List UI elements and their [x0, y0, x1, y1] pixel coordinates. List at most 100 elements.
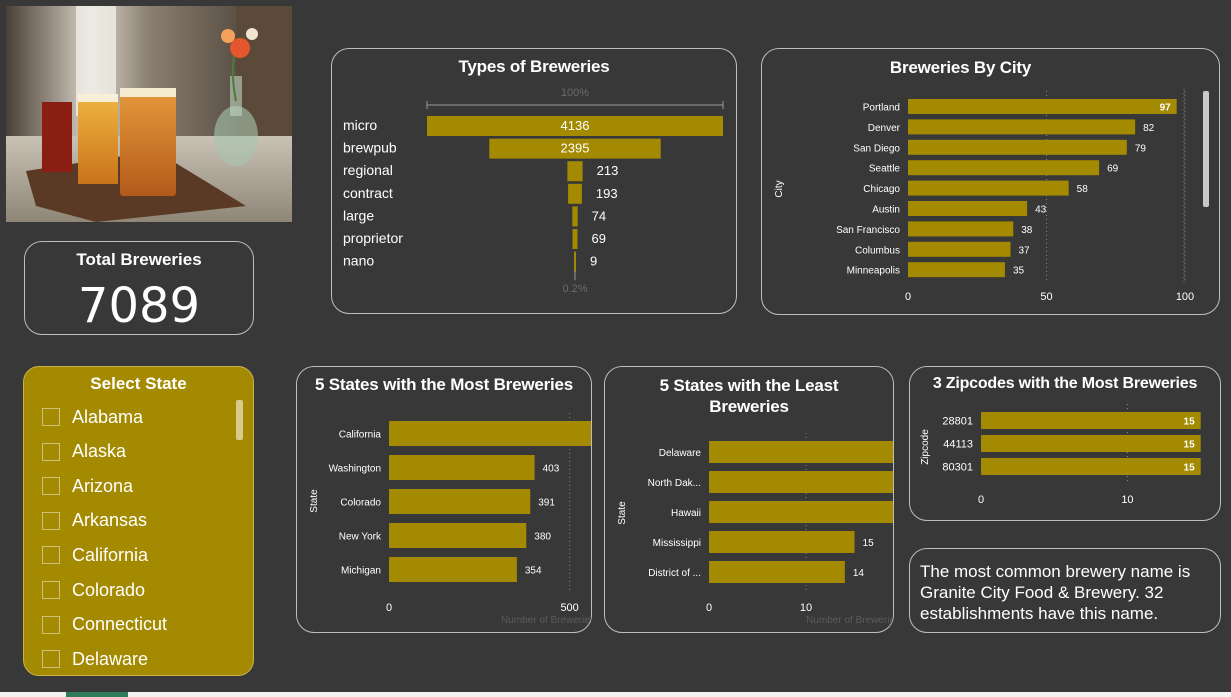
data-value-label: 38 — [1021, 225, 1033, 236]
most-breweries-states-card: 5 States with the Most Breweries 0 500 Cal… — [296, 366, 592, 633]
state-option-label: Arizona — [72, 475, 134, 496]
state-checkbox[interactable] — [42, 581, 60, 599]
y-axis-title: State — [617, 501, 628, 525]
total-breweries-card: Total Breweries 7089 — [24, 241, 254, 335]
state-option-label: Connecticut — [72, 614, 168, 635]
state-option-label: Colorado — [72, 579, 146, 600]
funnel-value-label: 193 — [596, 186, 618, 201]
x-tick-label: 500 — [560, 602, 578, 614]
funnel-bottom-label: 0.2% — [562, 283, 587, 295]
zipcode-bar-chart: 0 10 28801 15 44113 15 80301 15 Zipcode — [920, 404, 1201, 506]
data-bar — [709, 471, 893, 493]
y-category-label: Columbus — [855, 245, 900, 256]
data-value-label: 43 — [1035, 205, 1047, 216]
y-axis-title: State — [309, 489, 320, 513]
state-option[interactable]: Alabama — [42, 404, 143, 430]
data-value-label: 35 — [1013, 266, 1025, 277]
state-checkbox[interactable] — [42, 477, 60, 496]
y-category-label: Denver — [868, 123, 901, 134]
types-funnel-chart: 100% micro 4136 brewpub 2395 regional 213 contr… — [343, 87, 724, 295]
least-states-bar-chart: 01020Delaware26North Dak...22Hawaii20Mis… — [617, 433, 893, 626]
data-value-label: 79 — [1135, 143, 1147, 154]
data-bar — [908, 241, 1011, 257]
funnel-top-label: 100% — [561, 87, 589, 99]
data-bar — [389, 421, 591, 446]
funnel-category-label: large — [343, 207, 374, 223]
state-slicer[interactable]: Select State Alabama Alaska Arizona Arkansa… — [23, 366, 254, 676]
funnel-bar — [572, 206, 578, 227]
funnel-value-label: 4136 — [561, 118, 590, 133]
y-category-label: Washington — [329, 464, 381, 475]
data-bar — [709, 501, 893, 523]
state-option[interactable]: Arizona — [42, 473, 133, 499]
funnel-category-label: micro — [343, 117, 377, 133]
funnel-bar — [574, 251, 576, 272]
y-category-label: California — [339, 430, 382, 441]
x-tick-label: 0 — [706, 602, 712, 614]
data-value-label: 15 — [1184, 440, 1196, 451]
data-bar — [709, 561, 845, 583]
state-checkbox[interactable] — [42, 511, 60, 530]
state-option-label: Arkansas — [72, 510, 148, 531]
page-tab-active[interactable] — [66, 692, 128, 697]
data-bar — [981, 412, 1201, 429]
slicer-scrollbar[interactable] — [236, 400, 243, 440]
data-bar — [389, 489, 531, 514]
data-value-label: 58 — [1077, 184, 1089, 195]
x-tick-label: 10 — [800, 602, 812, 614]
x-tick-label: 100 — [1176, 291, 1194, 303]
data-bar — [389, 455, 535, 480]
y-axis-title: City — [774, 180, 785, 197]
total-breweries-value: 7089 — [77, 278, 201, 334]
x-axis-title: Number of Breweries — [501, 615, 591, 626]
funnel-bar — [568, 183, 582, 204]
y-category-label: Hawaii — [671, 508, 701, 519]
state-checkbox[interactable] — [42, 650, 60, 669]
data-bar — [709, 441, 893, 463]
y-category-label: Portland — [863, 103, 900, 114]
data-value-label: 37 — [1018, 245, 1030, 256]
data-bar — [981, 458, 1201, 475]
funnel-value-label: 9 — [590, 254, 597, 269]
total-breweries-label: Total Breweries — [76, 250, 202, 269]
data-value-label: 403 — [543, 464, 560, 475]
state-option[interactable]: Colorado — [42, 577, 145, 603]
y-category-label: Colorado — [340, 498, 381, 509]
state-option-label: Alaska — [72, 441, 127, 462]
funnel-category-label: nano — [343, 253, 374, 269]
state-option[interactable]: Connecticut — [42, 612, 167, 638]
data-value-label: 15 — [1184, 417, 1196, 428]
funnel-bar — [572, 229, 578, 249]
state-checkbox[interactable] — [42, 442, 60, 461]
state-checkbox[interactable] — [42, 615, 60, 634]
state-option[interactable]: Alaska — [42, 439, 126, 465]
y-category-label: Seattle — [869, 164, 901, 175]
breweries-by-city-card: Breweries By City 0 50 100 Portland 97 Denver… — [761, 48, 1220, 315]
state-checkbox[interactable] — [42, 408, 60, 426]
data-bar — [908, 160, 1100, 176]
state-checkbox[interactable] — [42, 546, 60, 565]
beer-flight-photo — [6, 6, 292, 222]
funnel-bar — [567, 161, 583, 182]
x-tick-label: 10 — [1121, 494, 1133, 506]
data-value-label: 97 — [1160, 103, 1172, 114]
state-option[interactable]: Arkansas — [42, 508, 147, 534]
data-value-label: 354 — [525, 566, 542, 577]
state-option-label: Alabama — [72, 406, 144, 427]
state-option-label: Delaware — [72, 648, 149, 669]
y-category-label: Delaware — [659, 448, 702, 459]
data-value-label: 82 — [1143, 123, 1155, 134]
funnel-category-label: contract — [343, 185, 393, 201]
data-bar — [389, 557, 517, 582]
funnel-category-label: regional — [343, 162, 393, 178]
state-option[interactable]: Delaware — [42, 646, 148, 672]
y-category-label: 28801 — [942, 416, 973, 428]
data-bar — [389, 523, 527, 548]
state-option[interactable]: California — [42, 542, 148, 568]
y-category-label: Mississippi — [653, 538, 701, 549]
city-chart-scrollbar — [1203, 91, 1209, 207]
city-bar-chart: 0 50 100 Portland 97 Denver 82 San Diego 79 Seatt… — [774, 89, 1209, 303]
least-breweries-states-card: 5 States with the Least Breweries 01020D… — [604, 366, 894, 633]
y-category-label: Minneapolis — [847, 266, 900, 277]
y-category-label: San Diego — [853, 143, 900, 154]
